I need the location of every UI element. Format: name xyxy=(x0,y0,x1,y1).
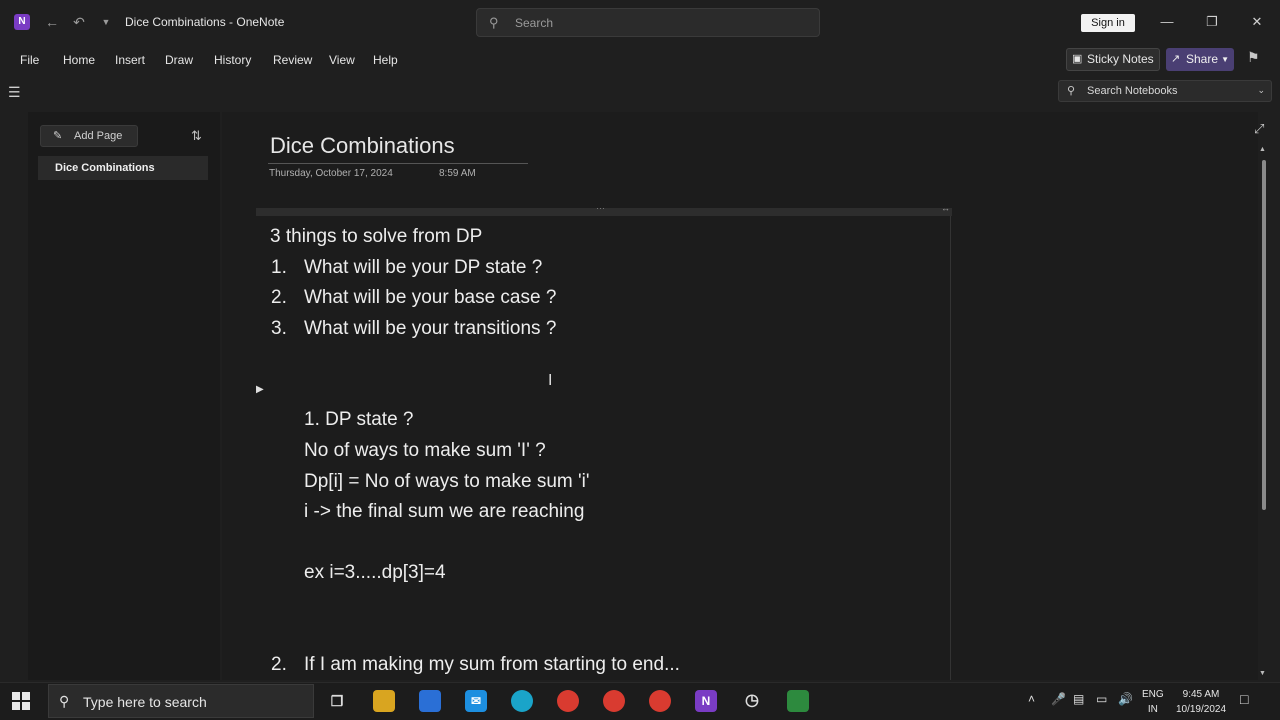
resize-handle-icon: ↔ xyxy=(941,203,950,213)
chrome-profile-icon[interactable] xyxy=(603,690,625,712)
list-item[interactable]: What will be your DP state ? xyxy=(304,257,542,279)
taskbar-search-input[interactable]: ⚲ Type here to search xyxy=(48,684,314,718)
search-placeholder: Search xyxy=(515,16,554,30)
text-cursor-icon: I xyxy=(548,372,553,389)
customize-quick-access-icon[interactable]: ▼ xyxy=(96,12,116,32)
sticky-notes-button[interactable]: ▣ Sticky Notes xyxy=(1066,48,1160,71)
back-arrow-icon[interactable]: ← xyxy=(42,12,62,32)
volume-icon[interactable]: 🔊 xyxy=(1118,692,1133,706)
language-code: ENG xyxy=(1142,689,1164,700)
search-input[interactable]: ⚲ Search xyxy=(476,8,820,37)
feedback-icon[interactable]: ⚑ xyxy=(1247,49,1260,66)
file-explorer-icon[interactable] xyxy=(373,690,395,712)
window-title: Dice Combinations - OneNote xyxy=(125,15,285,29)
clock-time: 9:45 AM xyxy=(1182,689,1220,700)
chrome-profile-icon[interactable] xyxy=(649,690,671,712)
tab-file[interactable]: File xyxy=(20,53,39,67)
sort-pages-icon[interactable]: ⇅ xyxy=(191,128,202,144)
tab-help[interactable]: Help xyxy=(373,53,398,67)
page-title[interactable]: Dice Combinations xyxy=(270,133,455,159)
page-list-item[interactable]: Dice Combinations xyxy=(38,156,208,180)
hamburger-menu-icon[interactable]: ☰ xyxy=(8,84,22,101)
list-number: 2. xyxy=(271,654,287,675)
search-notebooks-label: Search Notebooks xyxy=(1087,85,1178,97)
clock-date: 10/19/2024 xyxy=(1175,704,1227,715)
onenote-logo-icon: N xyxy=(14,14,30,30)
note-line[interactable]: i -> the final sum we are reaching xyxy=(304,501,584,523)
share-button[interactable]: ↗ Share ▼ xyxy=(1166,48,1234,71)
page-date: Thursday, October 17, 2024 xyxy=(269,168,393,179)
note-line[interactable]: ex i=3.....dp[3]=4 xyxy=(304,562,446,584)
tab-history[interactable]: History xyxy=(214,53,251,67)
share-icon: ↗ xyxy=(1171,53,1181,65)
note-line[interactable]: Dp[i] = No of ways to make sum 'i' xyxy=(304,471,590,493)
taskbar-search-placeholder: Type here to search xyxy=(83,694,207,710)
list-number: 1. xyxy=(271,257,287,278)
note-container-handle[interactable]: ⋯ ↔ xyxy=(256,203,952,216)
chevron-up-icon[interactable]: ˄ xyxy=(1028,692,1035,706)
app-icon[interactable] xyxy=(787,690,809,712)
list-item[interactable]: What will be your base case ? xyxy=(304,287,556,309)
add-page-label: Add Page xyxy=(74,130,123,142)
microphone-icon[interactable]: 🎤 xyxy=(1051,692,1066,706)
task-view-icon[interactable]: ❐ xyxy=(326,690,348,712)
clock-app-icon[interactable]: ◷ xyxy=(741,690,763,712)
paragraph-handle-icon[interactable]: ▶ xyxy=(256,384,268,395)
system-clock[interactable]: 9:45 AM 10/19/2024 xyxy=(1172,687,1230,717)
page-list-pane xyxy=(28,112,220,680)
minimize-icon[interactable]: — xyxy=(1157,12,1177,32)
scroll-down-icon[interactable]: ▼ xyxy=(1259,670,1266,677)
undo-icon[interactable]: ↶ xyxy=(69,12,89,32)
edge-browser-icon[interactable] xyxy=(511,690,533,712)
tab-review[interactable]: Review xyxy=(273,53,312,67)
note-heading[interactable]: 3 things to solve from DP xyxy=(270,226,482,248)
tab-home[interactable]: Home xyxy=(63,53,95,67)
search-icon: ⚲ xyxy=(1067,85,1076,97)
notifications-icon[interactable]: □ xyxy=(1240,691,1248,707)
scrollbar-thumb[interactable] xyxy=(1262,160,1266,510)
network-icon[interactable]: ▤ xyxy=(1073,692,1084,706)
onenote-taskbar-icon[interactable]: N xyxy=(695,690,717,712)
input-language[interactable]: ENG IN xyxy=(1142,687,1164,717)
list-item[interactable]: If I am making my sum from starting to e… xyxy=(304,654,680,676)
note-line[interactable]: No of ways to make sum 'I' ? xyxy=(304,440,546,462)
close-icon[interactable]: ✕ xyxy=(1247,12,1267,32)
search-icon: ⚲ xyxy=(59,693,70,709)
scroll-up-icon[interactable]: ▲ xyxy=(1259,146,1266,153)
add-page-button[interactable]: ✎ Add Page xyxy=(40,125,138,147)
search-notebooks-input[interactable]: ⚲ Search Notebooks ⌄ xyxy=(1058,80,1272,102)
sticky-notes-label: Sticky Notes xyxy=(1087,52,1154,66)
share-label: Share xyxy=(1186,52,1219,66)
tab-insert[interactable]: Insert xyxy=(115,53,145,67)
list-number: 2. xyxy=(271,287,287,308)
list-number: 3. xyxy=(271,318,287,339)
note-container-border xyxy=(950,216,951,680)
title-underline xyxy=(268,163,528,164)
region-code: IN xyxy=(1147,704,1158,715)
chrome-icon[interactable] xyxy=(557,690,579,712)
add-page-icon: ✎ xyxy=(53,130,63,142)
expand-icon[interactable]: ⤢ xyxy=(1254,121,1264,137)
mail-icon[interactable]: ✉ xyxy=(465,690,487,712)
search-icon: ⚲ xyxy=(489,15,499,30)
chevron-down-icon: ⌄ xyxy=(1257,85,1265,95)
drag-handle-icon: ⋯ xyxy=(596,203,606,213)
page-time: 8:59 AM xyxy=(439,168,476,179)
chevron-down-icon: ▼ xyxy=(1221,55,1229,64)
battery-icon[interactable]: ▭ xyxy=(1096,692,1107,706)
tab-view[interactable]: View xyxy=(329,53,355,67)
windows-start-icon[interactable] xyxy=(12,692,30,710)
restore-icon[interactable]: ❐ xyxy=(1202,12,1222,32)
microsoft-store-icon[interactable] xyxy=(419,690,441,712)
list-item[interactable]: What will be your transitions ? xyxy=(304,318,556,340)
tab-draw[interactable]: Draw xyxy=(165,53,193,67)
sticky-note-icon: ▣ xyxy=(1072,53,1083,65)
sign-in-button[interactable]: Sign in xyxy=(1081,14,1135,32)
note-line[interactable]: 1. DP state ? xyxy=(304,409,414,431)
